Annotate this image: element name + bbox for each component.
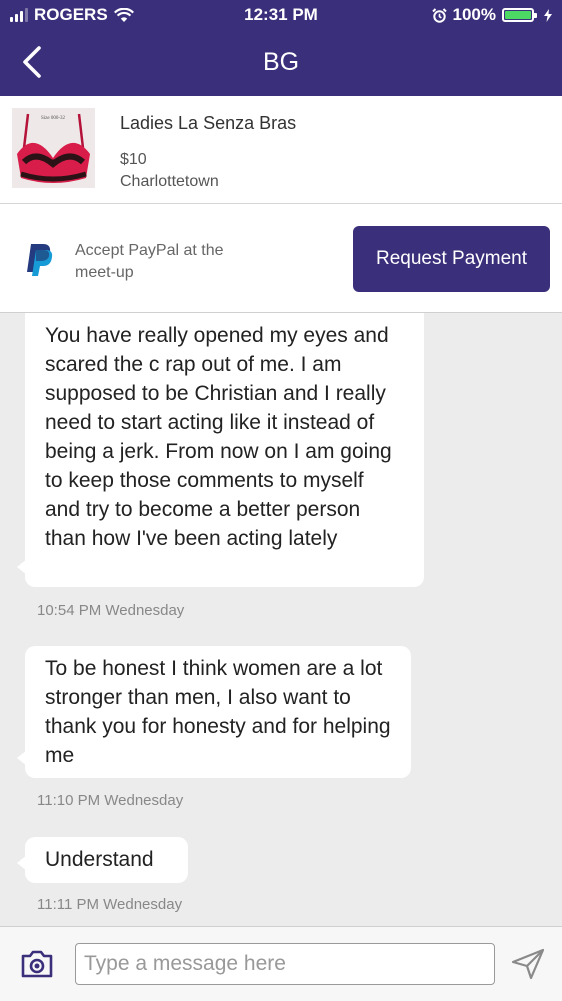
message-input[interactable] bbox=[75, 943, 495, 985]
payment-bar: Accept PayPal at the meet-up Request Pay… bbox=[0, 204, 562, 313]
message-bubble[interactable]: To be honest I think women are a lot str… bbox=[17, 646, 411, 778]
message-timestamp: 11:10 PM Wednesday bbox=[37, 792, 184, 809]
alarm-icon bbox=[431, 7, 447, 23]
paypal-logo-icon bbox=[27, 244, 53, 276]
item-location: Charlottetown bbox=[120, 173, 219, 190]
message-composer bbox=[0, 926, 562, 1001]
status-bar: ROGERS 12:31 PM 100% bbox=[0, 0, 562, 30]
battery-level bbox=[505, 11, 531, 19]
paypal-info-text: Accept PayPal at the meet-up bbox=[75, 242, 224, 281]
item-tag-text: Size 000-32 bbox=[41, 116, 66, 121]
camera-icon[interactable] bbox=[20, 949, 54, 979]
send-icon[interactable] bbox=[510, 947, 546, 981]
item-price: $10 bbox=[120, 151, 147, 168]
item-thumbnail[interactable]: Size 000-32 bbox=[12, 108, 95, 188]
battery-icon bbox=[502, 8, 537, 22]
item-title[interactable]: Ladies La Senza Bras bbox=[120, 113, 296, 134]
message-bubble[interactable]: Understand bbox=[17, 837, 188, 883]
bra-product-image: Size 000-32 bbox=[12, 108, 95, 188]
message-timestamp: 10:54 PM Wednesday bbox=[37, 602, 185, 619]
chat-thread[interactable]: You have really opened my eyes and scare… bbox=[0, 313, 562, 926]
status-right: 100% bbox=[431, 5, 552, 25]
conversation-title: BG bbox=[262, 48, 300, 76]
listing-summary[interactable]: Size 000-32 Ladies La Senza Bras $10 Cha… bbox=[0, 96, 562, 204]
message-bubble[interactable]: You have really opened my eyes and scare… bbox=[17, 313, 424, 587]
battery-percent: 100% bbox=[452, 5, 496, 24]
charging-icon bbox=[544, 8, 552, 22]
app-header: ROGERS 12:31 PM 100% BG bbox=[0, 0, 562, 96]
request-payment-button[interactable]: Request Payment bbox=[353, 226, 550, 292]
message-timestamp: 11:11 PM Wednesday bbox=[37, 896, 183, 913]
